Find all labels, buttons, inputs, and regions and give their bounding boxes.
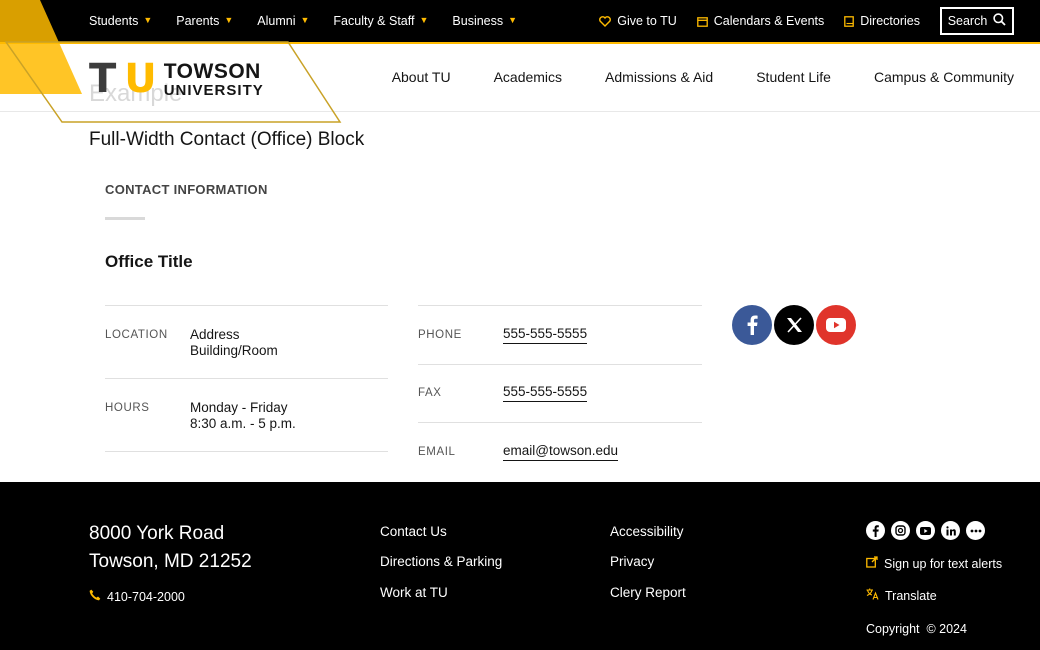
nav-admissions[interactable]: Admissions & Aid xyxy=(605,69,713,85)
location-room: Building/Room xyxy=(190,343,278,358)
footer-work-at-tu[interactable]: Work at TU xyxy=(380,585,448,600)
give-link[interactable]: Give to TU xyxy=(599,14,677,28)
footer-accessibility[interactable]: Accessibility xyxy=(610,524,684,539)
utility-links: Give to TU Calendars & Events Directorie… xyxy=(579,0,1014,42)
more-icon[interactable] xyxy=(966,521,985,540)
translate-label: Translate xyxy=(885,588,937,603)
email-row: EMAIL email@towson.edu xyxy=(418,422,702,480)
footer-social-links xyxy=(866,521,985,540)
search-button[interactable]: Search xyxy=(940,7,1014,35)
directories-link[interactable]: Directories xyxy=(844,14,920,28)
calendars-link[interactable]: Calendars & Events xyxy=(696,14,825,28)
audience-menu: Students ▼ Parents ▼ Alumni ▼ Faculty & Sta… xyxy=(89,0,541,42)
book-icon xyxy=(844,15,855,27)
footer-clery-report[interactable]: Clery Report xyxy=(610,585,686,600)
audience-label: Parents xyxy=(176,14,220,28)
nav-about[interactable]: About TU xyxy=(392,69,451,85)
chevron-down-icon: ▼ xyxy=(224,15,234,25)
hours-row: HOURS Monday - Friday 8:30 a.m. - 5 p.m. xyxy=(105,378,388,452)
audience-label: Business xyxy=(452,14,504,28)
facebook-icon[interactable] xyxy=(732,305,772,345)
logo-line-2: UNIVERSITY xyxy=(163,81,264,99)
chevron-down-icon: ▼ xyxy=(143,15,153,25)
audience-students[interactable]: Students ▼ xyxy=(89,14,152,28)
footer-address-line-2: Towson, MD 21252 xyxy=(89,551,252,572)
nav-academics[interactable]: Academics xyxy=(494,69,562,85)
calendars-label: Calendars & Events xyxy=(713,14,825,28)
site-footer: 8000 York Road Towson, MD 21252 410-704-… xyxy=(0,482,1040,650)
utility-bar: Students ▼ Parents ▼ Alumni ▼ Faculty & Sta… xyxy=(0,0,1040,42)
heart-icon xyxy=(599,15,612,27)
main-nav: About TU Academics Admissions & Aid Stud… xyxy=(349,42,1014,112)
copyright: Copyright © 2024 xyxy=(866,622,967,636)
x-icon[interactable] xyxy=(774,305,814,345)
footer-address-line-1: 8000 York Road xyxy=(89,523,225,544)
email-label: EMAIL xyxy=(418,446,456,458)
phone-label: PHONE xyxy=(418,329,462,341)
heading-rule xyxy=(105,217,145,220)
hours-days: Monday - Friday xyxy=(190,400,288,415)
footer-directions[interactable]: Directions & Parking xyxy=(380,554,502,569)
translate-link[interactable]: Translate xyxy=(866,588,937,603)
audience-parents[interactable]: Parents ▼ xyxy=(176,14,233,28)
audience-label: Alumni xyxy=(257,14,296,28)
nav-campus-community[interactable]: Campus & Community xyxy=(874,69,1014,85)
hours-label: HOURS xyxy=(105,402,150,414)
fax-label: FAX xyxy=(418,387,442,399)
audience-alumni[interactable]: Alumni ▼ xyxy=(257,14,309,28)
location-row: LOCATION Address Building/Room xyxy=(105,305,388,379)
email-link[interactable]: email@towson.edu xyxy=(503,443,619,461)
tu-mark: T U xyxy=(89,56,157,102)
translate-icon xyxy=(866,588,879,603)
search-label: Search xyxy=(947,14,988,28)
audience-label: Students xyxy=(89,14,139,28)
phone-row: PHONE 555-555-5555 xyxy=(418,305,702,364)
text-alerts-label: Sign up for text alerts xyxy=(884,556,1003,571)
location-label: LOCATION xyxy=(105,329,168,341)
calendar-icon xyxy=(696,16,708,27)
audience-faculty-staff[interactable]: Faculty & Staff ▼ xyxy=(333,14,428,28)
phone-link[interactable]: 555-555-5555 xyxy=(503,326,588,344)
youtube-icon[interactable] xyxy=(816,305,856,345)
tu-mark-text-gold: U xyxy=(124,56,157,102)
nav-student-life[interactable]: Student Life xyxy=(756,69,831,85)
alert-icon xyxy=(866,556,878,571)
fax-link[interactable]: 555-555-5555 xyxy=(503,384,588,402)
contact-info-heading: CONTACT INFORMATION xyxy=(105,182,268,197)
phone-icon xyxy=(89,589,101,604)
block-title: Full-Width Contact (Office) Block xyxy=(89,129,365,150)
chevron-down-icon: ▼ xyxy=(508,15,518,25)
tu-mark-text: T xyxy=(89,56,116,102)
chevron-down-icon: ▼ xyxy=(300,15,310,25)
office-social-links xyxy=(732,305,858,345)
audience-business[interactable]: Business ▼ xyxy=(452,14,517,28)
text-alerts-link[interactable]: Sign up for text alerts xyxy=(866,556,1002,571)
towson-logo[interactable]: T U TOWSON UNIVERSITY xyxy=(89,59,264,99)
youtube-icon[interactable] xyxy=(916,521,935,540)
facebook-icon[interactable] xyxy=(866,521,885,540)
instagram-icon[interactable] xyxy=(891,521,910,540)
directories-label: Directories xyxy=(860,14,920,28)
left-column-end xyxy=(105,451,388,452)
location-address: Address xyxy=(190,327,240,342)
audience-label: Faculty & Staff xyxy=(333,14,415,28)
give-label: Give to TU xyxy=(617,14,677,28)
footer-privacy[interactable]: Privacy xyxy=(610,554,654,569)
logo-wordmark: TOWSON UNIVERSITY xyxy=(164,61,264,98)
logo-line-1: TOWSON xyxy=(163,59,261,83)
footer-phone-link[interactable]: 410-704-2000 xyxy=(89,589,185,604)
footer-phone-number: 410-704-2000 xyxy=(107,589,185,604)
chevron-down-icon: ▼ xyxy=(419,15,429,25)
footer-contact-us[interactable]: Contact Us xyxy=(380,524,447,539)
linkedin-icon[interactable] xyxy=(941,521,960,540)
copyright-text: Copyright © 2024 xyxy=(866,622,967,636)
office-title: Office Title xyxy=(105,252,193,271)
fax-row: FAX 555-555-5555 xyxy=(418,364,702,422)
hours-time: 8:30 a.m. - 5 p.m. xyxy=(190,416,296,431)
search-icon xyxy=(993,13,1006,29)
